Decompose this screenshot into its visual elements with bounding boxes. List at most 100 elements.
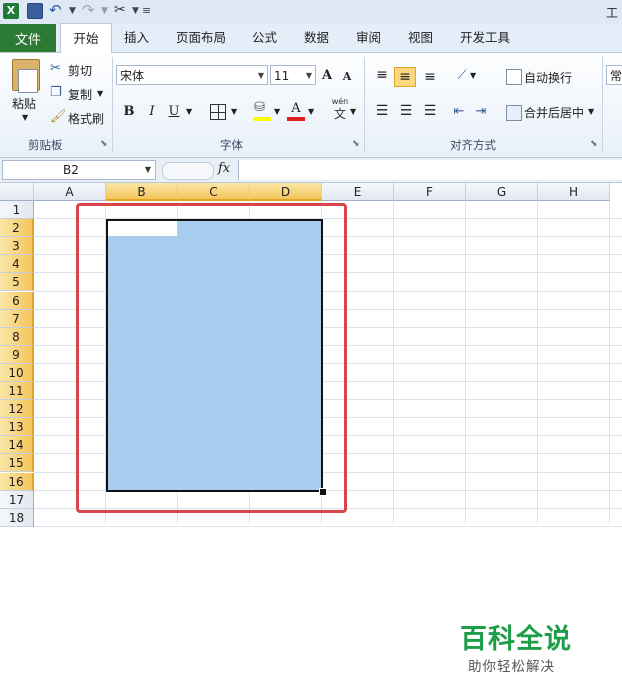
font-name-select[interactable]: 宋体 ▼ <box>116 65 268 85</box>
fill-color-bar <box>253 117 271 121</box>
row-header-8[interactable]: 8 <box>0 327 34 346</box>
alignment-launcher-icon[interactable]: ⬊ <box>590 139 598 149</box>
row-header-1[interactable]: 1 <box>0 201 34 220</box>
format-painter-icon[interactable]: 🖌 <box>50 109 67 124</box>
wrap-text-button[interactable]: 自动换行 <box>524 69 572 86</box>
save-icon[interactable] <box>27 3 43 19</box>
font-group-label: 字体 <box>220 138 243 152</box>
paste-button[interactable]: 粘贴 <box>12 95 36 112</box>
tools-icon[interactable]: ✂ <box>114 3 130 19</box>
select-all-button[interactable] <box>0 183 34 201</box>
underline-button[interactable]: U <box>166 101 182 121</box>
tab-formulas[interactable]: 公式 <box>252 24 277 52</box>
group-separator <box>364 57 365 153</box>
font-color-dropdown-icon[interactable]: ▼ <box>308 107 314 116</box>
excel-logo-icon: X <box>3 3 19 19</box>
cut-button[interactable]: 剪切 <box>68 62 92 79</box>
copy-button[interactable]: 复制 <box>68 86 92 103</box>
column-header-c[interactable]: C <box>178 183 250 201</box>
row-header-12[interactable]: 12 <box>0 400 34 419</box>
clipboard-group-label: 剪贴板 <box>28 138 63 152</box>
column-header-d[interactable]: D <box>250 183 322 201</box>
align-left-icon[interactable]: ☰ <box>372 101 392 121</box>
column-header-e[interactable]: E <box>322 183 394 201</box>
column-header-a[interactable]: A <box>34 183 106 201</box>
row-header-14[interactable]: 14 <box>0 436 34 455</box>
decrease-indent-icon[interactable]: ⇤ <box>450 101 468 121</box>
merge-center-button[interactable]: 合并后居中 <box>524 104 584 121</box>
align-right-icon[interactable]: ☰ <box>420 101 440 121</box>
column-header-f[interactable]: F <box>394 183 466 201</box>
row-header-2[interactable]: 2 <box>0 219 34 238</box>
paste-dropdown-icon[interactable]: ▼ <box>22 113 28 122</box>
column-header-b[interactable]: B <box>106 183 178 201</box>
row-header-15[interactable]: 15 <box>0 454 34 473</box>
row-header-16[interactable]: 16 <box>0 472 34 491</box>
underline-dropdown-icon[interactable]: ▼ <box>186 107 192 116</box>
tab-insert[interactable]: 插入 <box>124 24 149 52</box>
tab-page-layout[interactable]: 页面布局 <box>176 24 226 52</box>
redo-icon[interactable]: ↷ <box>82 3 98 19</box>
increase-indent-icon[interactable]: ⇥ <box>472 101 490 121</box>
copy-icon[interactable]: ❐ <box>50 85 62 100</box>
fill-color-icon[interactable]: ⛁ <box>254 101 270 115</box>
tab-developer[interactable]: 开发工具 <box>460 24 510 52</box>
tools-dropdown-icon[interactable]: ▼ <box>132 6 139 16</box>
clipboard-launcher-icon[interactable]: ⬊ <box>100 139 108 149</box>
row-header-11[interactable]: 11 <box>0 382 34 401</box>
merge-dropdown-icon[interactable]: ▼ <box>588 107 594 116</box>
copy-dropdown-icon[interactable]: ▼ <box>97 89 103 98</box>
undo-icon[interactable]: ↶ <box>49 3 65 19</box>
grow-font-icon[interactable]: A <box>320 65 334 85</box>
border-dropdown-icon[interactable]: ▼ <box>231 107 237 116</box>
row-header-5[interactable]: 5 <box>0 273 34 292</box>
font-size-select[interactable]: 11 ▼ <box>270 65 316 85</box>
watermark-subtitle: 助你轻松解决 <box>468 659 555 675</box>
phonetic-dropdown-icon[interactable]: ▼ <box>350 107 356 116</box>
italic-button[interactable]: I <box>144 101 160 121</box>
row-header-17[interactable]: 17 <box>0 490 34 509</box>
worksheet-grid[interactable]: ABCDEFGH 1 2 3 4 5 6 7 8 9 10 11 12 13 14 15 16 17 18 百科全… <box>0 183 622 679</box>
orientation-dropdown-icon[interactable]: ▼ <box>470 71 476 80</box>
column-header-h[interactable]: H <box>538 183 610 201</box>
tab-file[interactable]: 文件 <box>0 24 56 52</box>
font-launcher-icon[interactable]: ⬊ <box>352 139 360 149</box>
tab-view[interactable]: 视图 <box>408 24 433 52</box>
formula-input[interactable] <box>238 160 622 180</box>
redo-dropdown-icon[interactable]: ▼ <box>101 6 108 16</box>
row-header-7[interactable]: 7 <box>0 309 34 328</box>
column-gridline <box>537 201 538 524</box>
number-format-select[interactable]: 常 <box>606 65 622 85</box>
row-header-9[interactable]: 9 <box>0 345 34 364</box>
row-header-3[interactable]: 3 <box>0 237 34 256</box>
border-icon[interactable] <box>210 104 226 120</box>
align-middle-icon[interactable]: ≡ <box>394 67 416 87</box>
cut-icon[interactable]: ✂ <box>50 61 61 76</box>
row-header-13[interactable]: 13 <box>0 418 34 437</box>
tab-home[interactable]: 开始 <box>60 23 112 53</box>
bold-button[interactable]: B <box>120 101 138 121</box>
formula-bar-splitter[interactable] <box>162 162 214 180</box>
name-box[interactable]: B2 ▼ <box>2 160 156 180</box>
wrap-text-icon <box>506 69 522 85</box>
align-top-icon[interactable]: ≡ <box>372 65 392 85</box>
column-header-g[interactable]: G <box>466 183 538 201</box>
insert-function-icon[interactable]: fx <box>218 161 230 176</box>
chevron-down-icon[interactable]: ▼ <box>145 165 151 174</box>
row-header-6[interactable]: 6 <box>0 291 34 310</box>
customize-toolbar-icon[interactable]: ≡ <box>142 4 151 17</box>
shrink-font-icon[interactable]: A <box>340 67 354 85</box>
row-header-18[interactable]: 18 <box>0 508 34 527</box>
undo-dropdown-icon[interactable]: ▼ <box>69 6 76 16</box>
orientation-icon[interactable]: ⟋ <box>452 65 472 85</box>
row-header-10[interactable]: 10 <box>0 363 34 382</box>
font-color-icon[interactable]: A <box>288 99 304 117</box>
phonetic-guide-icon[interactable]: wén 文 <box>328 97 352 123</box>
align-bottom-icon[interactable]: ≡ <box>420 67 440 87</box>
format-painter-button[interactable]: 格式刷 <box>68 110 104 127</box>
align-center-icon[interactable]: ☰ <box>396 101 416 121</box>
fill-color-dropdown-icon[interactable]: ▼ <box>274 107 280 116</box>
row-header-4[interactable]: 4 <box>0 255 34 274</box>
tab-review[interactable]: 审阅 <box>356 24 381 52</box>
tab-data[interactable]: 数据 <box>304 24 329 52</box>
